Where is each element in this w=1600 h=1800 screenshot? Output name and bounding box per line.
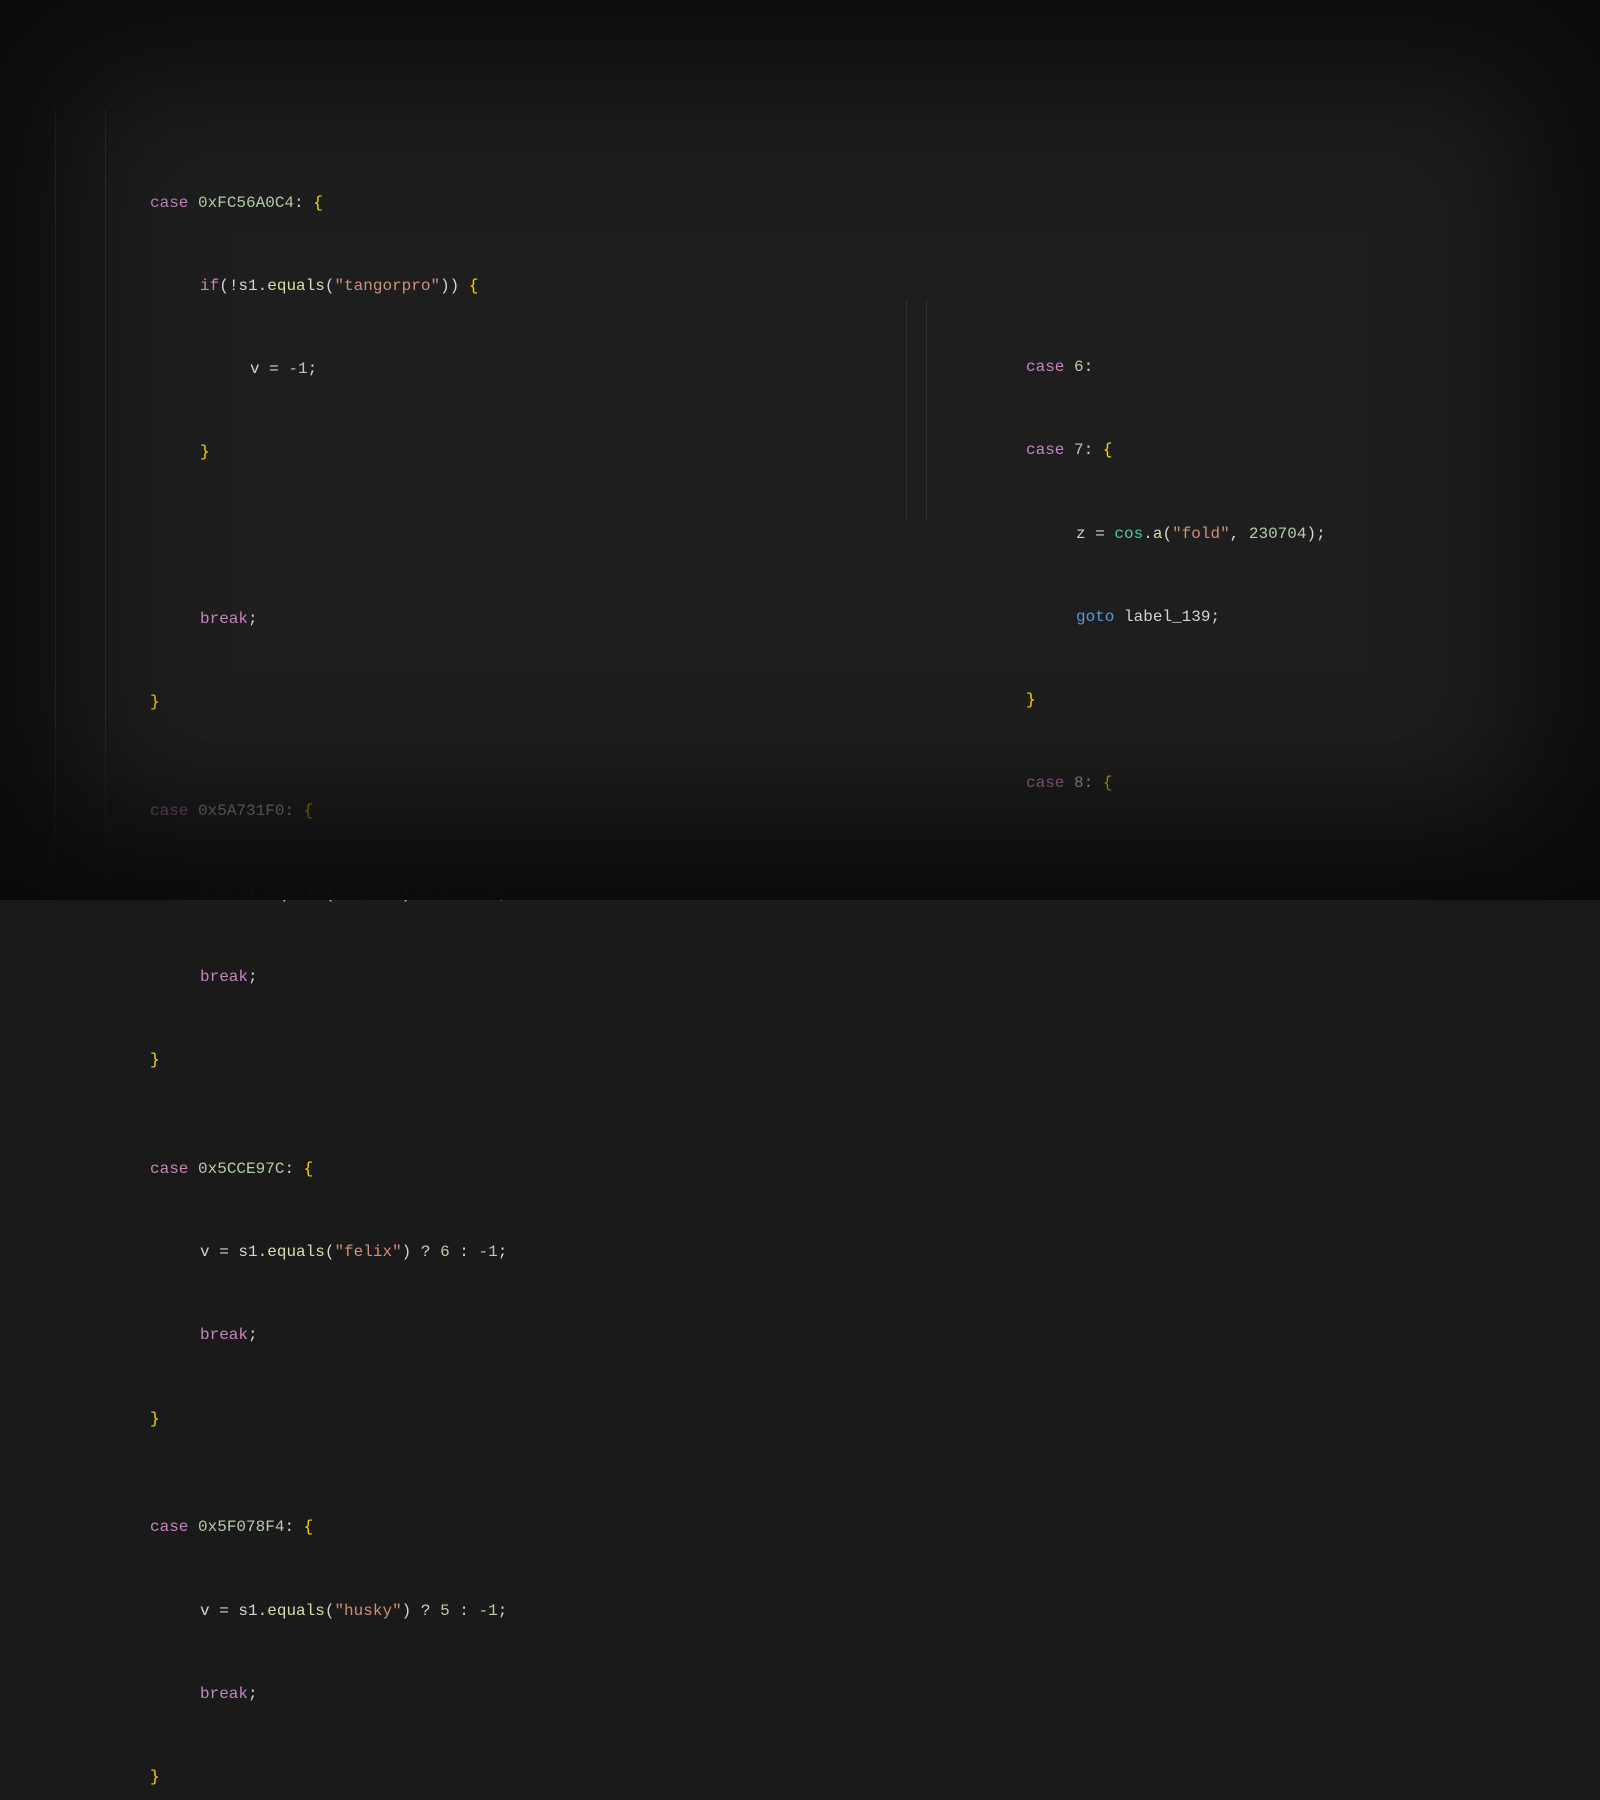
string-literal: "husky" xyxy=(334,1602,401,1620)
code-line xyxy=(150,520,896,552)
keyword-break: break xyxy=(200,610,248,628)
code-line: } xyxy=(150,686,896,718)
code-line: } xyxy=(150,436,896,468)
hex-literal: 0x5A731F0 xyxy=(198,802,284,820)
code-line: break; xyxy=(150,603,896,635)
code-line: v = s1.equals("comet") ? 7 : -1; xyxy=(150,878,896,910)
keyword-case: case xyxy=(150,802,188,820)
hex-literal: 0x5CCE97C xyxy=(198,1160,284,1178)
keyword-break: break xyxy=(200,1326,248,1344)
hex-literal: 0x5F078F4 xyxy=(198,1518,284,1536)
code-line: } xyxy=(1026,684,1600,716)
string-literal: "comet" xyxy=(334,885,401,903)
code-line: case 0xFC56A0C4: { xyxy=(150,187,896,219)
code-line: goto label_139; xyxy=(1026,601,1600,633)
code-line: v = -1; xyxy=(150,353,896,385)
code-line: case 0x5A731F0: { xyxy=(150,795,896,827)
indent-guide xyxy=(926,300,927,520)
keyword-case: case xyxy=(1026,774,1064,792)
code-block-right: case 6: case 7: { z = cos.a("fold", 2307… xyxy=(896,300,1600,850)
keyword-break: break xyxy=(200,968,248,986)
keyword-case: case xyxy=(150,1160,188,1178)
hex-literal: 0xFC56A0C4 xyxy=(198,194,294,212)
code-line: z = cos.a("fold", 230704); xyxy=(1026,518,1600,550)
code-line: case 0x5F078F4: { xyxy=(150,1511,896,1543)
code-block-left: case 0xFC56A0C4: { if(!s1.equals("tangor… xyxy=(0,110,896,1800)
keyword-case: case xyxy=(150,194,188,212)
code-line: break; xyxy=(150,1678,896,1710)
code-line: case 6: xyxy=(1026,351,1600,383)
code-line: } xyxy=(150,1761,896,1793)
right-editor-pane[interactable]: case 6: case 7: { z = cos.a("fold", 2307… xyxy=(896,0,1600,900)
indent-guide xyxy=(105,110,106,900)
left-editor-pane[interactable]: case 0xFC56A0C4: { if(!s1.equals("tangor… xyxy=(0,0,896,900)
keyword-goto: goto xyxy=(1076,608,1114,626)
indent-guide xyxy=(55,110,56,900)
keyword-case: case xyxy=(1026,441,1064,459)
code-line: break; xyxy=(150,1319,896,1351)
code-line: case 7: { xyxy=(1026,434,1600,466)
code-line: } xyxy=(150,1044,896,1076)
code-line: break; xyxy=(150,961,896,993)
keyword-case: case xyxy=(1026,358,1064,376)
keyword-if: if xyxy=(200,277,219,295)
code-line: if(!s1.equals("tangorpro")) { xyxy=(150,270,896,302)
code-line: case 0x5CCE97C: { xyxy=(150,1153,896,1185)
code-line: v = s1.equals("husky") ? 5 : -1; xyxy=(150,1595,896,1627)
keyword-break: break xyxy=(200,1685,248,1703)
code-line: case 8: { xyxy=(1026,767,1600,799)
indent-guide xyxy=(906,300,907,520)
code-line: } xyxy=(150,1403,896,1435)
string-literal: "felix" xyxy=(334,1243,401,1261)
keyword-case: case xyxy=(150,1518,188,1536)
string-literal: "tangorpro" xyxy=(334,277,440,295)
code-line: v = s1.equals("felix") ? 6 : -1; xyxy=(150,1236,896,1268)
code-editor: case 0xFC56A0C4: { if(!s1.equals("tangor… xyxy=(0,0,1600,900)
string-literal: "fold" xyxy=(1172,525,1230,543)
